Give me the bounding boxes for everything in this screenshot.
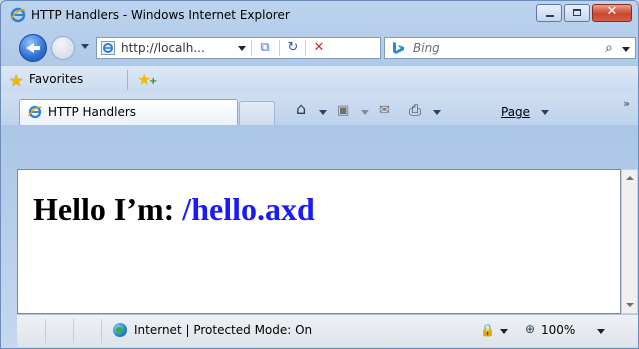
security-dropdown[interactable] xyxy=(500,329,508,334)
tab-bar: HTTP Handlers ⌂ ▣ ✉ ⎙ Page » xyxy=(1,93,638,125)
search-box[interactable]: Bing ⌕ xyxy=(384,37,636,59)
print-icon[interactable]: ⎙ xyxy=(409,101,421,119)
zoom-icon[interactable]: ⊕ xyxy=(525,322,535,336)
back-button[interactable] xyxy=(19,34,47,62)
internet-zone-globe-icon xyxy=(113,323,127,337)
caption-buttons: ✕ xyxy=(534,4,632,24)
status-cell xyxy=(45,319,74,343)
minimize-button[interactable] xyxy=(536,4,562,22)
heading-path: /hello.axd xyxy=(182,191,315,227)
navigation-bar: http://localh... ⧉ ↻ ✕ Bing ⌕ xyxy=(1,31,638,65)
status-cell xyxy=(73,319,102,343)
scroll-down-arrow-icon[interactable] xyxy=(626,303,634,307)
read-mail-icon[interactable]: ✉ xyxy=(379,103,390,118)
bing-logo-icon xyxy=(393,42,404,54)
address-bar[interactable]: http://localh... ⧉ ↻ ✕ xyxy=(96,37,381,59)
zoom-level[interactable]: 100% xyxy=(541,323,575,337)
address-separator xyxy=(279,40,280,56)
status-cell xyxy=(17,319,46,343)
scroll-up-arrow-icon[interactable] xyxy=(626,176,634,180)
favorites-bar: ★ Favorites ★ + xyxy=(1,65,638,94)
favorites-star-icon[interactable]: ★ xyxy=(9,71,23,90)
ie-tab-icon xyxy=(28,105,42,119)
heading-prefix: Hello I’m: xyxy=(33,191,183,227)
forward-button[interactable] xyxy=(51,36,75,60)
search-options-dropdown[interactable] xyxy=(622,47,630,52)
lock-icon[interactable]: 🔒 xyxy=(480,323,495,337)
search-icon[interactable]: ⌕ xyxy=(605,40,613,56)
address-separator xyxy=(305,40,306,56)
more-commands-chevron-icon[interactable]: » xyxy=(623,97,630,110)
address-text[interactable]: http://localh... xyxy=(121,41,205,55)
stop-icon[interactable]: ✕ xyxy=(309,39,329,57)
security-zone-text[interactable]: Internet | Protected Mode: On xyxy=(134,323,312,337)
tab-label: HTTP Handlers xyxy=(48,105,137,119)
home-icon[interactable]: ⌂ xyxy=(296,99,306,118)
print-dropdown[interactable] xyxy=(433,110,441,115)
close-button[interactable]: ✕ xyxy=(592,4,632,22)
ie-logo-icon xyxy=(10,7,26,23)
zoom-dropdown[interactable] xyxy=(597,329,605,334)
title-bar: HTTP Handlers - Windows Internet Explore… xyxy=(1,1,638,31)
maximize-button[interactable] xyxy=(564,4,590,22)
address-dropdown[interactable] xyxy=(238,46,246,51)
feeds-dropdown[interactable] xyxy=(361,110,369,115)
page-heading: Hello I’m: /hello.axd xyxy=(33,191,315,228)
add-plus-icon: + xyxy=(149,76,158,87)
address-separator xyxy=(251,40,252,56)
page-menu[interactable]: Page xyxy=(501,105,530,119)
tab-http-handlers[interactable]: HTTP Handlers xyxy=(19,99,238,125)
search-input[interactable]: Bing xyxy=(413,41,440,55)
vertical-scrollbar[interactable] xyxy=(621,169,638,314)
new-tab-button[interactable] xyxy=(239,101,275,125)
browser-window: HTTP Handlers - Windows Internet Explore… xyxy=(0,0,639,349)
favorites-separator xyxy=(127,70,128,90)
page-icon xyxy=(101,41,115,55)
status-bar: Internet | Protected Mode: On 🔒 ⊕ 100% xyxy=(17,314,638,347)
window-title: HTTP Handlers - Windows Internet Explore… xyxy=(31,8,290,22)
page-menu-dropdown[interactable] xyxy=(541,110,549,115)
close-icon: ✕ xyxy=(606,4,618,19)
recent-pages-dropdown[interactable] xyxy=(81,44,89,49)
favorites-button[interactable]: Favorites xyxy=(29,72,83,86)
feeds-icon[interactable]: ▣ xyxy=(337,103,349,118)
page-menu-label: Page xyxy=(501,105,531,119)
refresh-icon[interactable]: ↻ xyxy=(283,39,303,57)
home-dropdown[interactable] xyxy=(319,110,327,115)
compatibility-view-icon[interactable]: ⧉ xyxy=(255,39,275,57)
